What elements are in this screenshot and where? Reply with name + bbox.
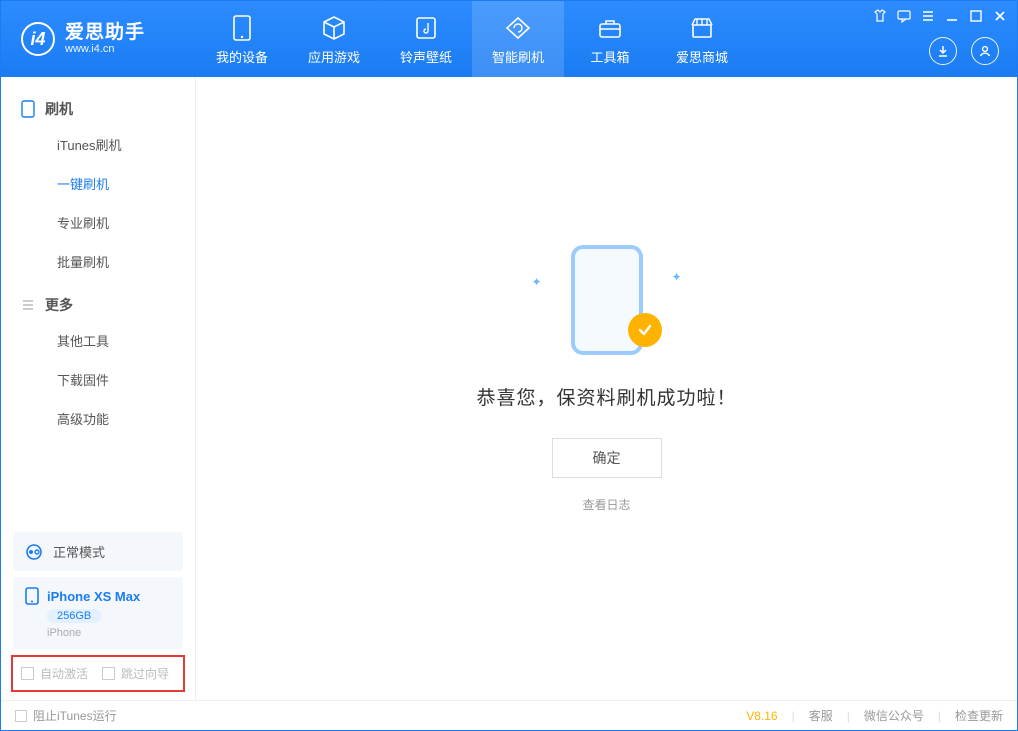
nav-label: 智能刷机 xyxy=(492,47,544,66)
footer-right: V8.16 | 客服 | 微信公众号 | 检查更新 xyxy=(746,707,1003,724)
nav-my-device[interactable]: 我的设备 xyxy=(196,1,288,77)
ok-button[interactable]: 确定 xyxy=(552,438,662,478)
minimize-icon[interactable] xyxy=(945,9,959,23)
feedback-icon[interactable] xyxy=(897,9,911,23)
sidebar-item-other-tools[interactable]: 其他工具 xyxy=(1,321,195,360)
device-block[interactable]: iPhone XS Max 256GB iPhone xyxy=(13,577,183,649)
support-link[interactable]: 客服 xyxy=(809,707,833,724)
sidebar-item-download-firmware[interactable]: 下载固件 xyxy=(1,360,195,399)
download-button[interactable] xyxy=(929,37,957,65)
nav-label: 我的设备 xyxy=(216,47,268,66)
nav-label: 工具箱 xyxy=(590,47,629,66)
section-title: 更多 xyxy=(45,295,73,315)
close-icon[interactable] xyxy=(993,9,1007,23)
phone-icon xyxy=(21,100,35,118)
checkbox-label: 跳过向导 xyxy=(121,665,169,682)
checkbox-box xyxy=(21,667,34,680)
sidebar-section-more: 更多 xyxy=(1,281,195,321)
checkbox-auto-activate[interactable]: 自动激活 xyxy=(21,665,88,682)
sidebar-item-advanced[interactable]: 高级功能 xyxy=(1,399,195,438)
top-nav: 我的设备 应用游戏 铃声壁纸 智能刷机 工具箱 xyxy=(196,1,748,77)
mode-row[interactable]: 正常模式 xyxy=(13,532,183,571)
footer: 阻止iTunes运行 V8.16 | 客服 | 微信公众号 | 检查更新 xyxy=(1,700,1017,730)
nav-label: 铃声壁纸 xyxy=(400,47,452,66)
sidebar-item-pro-flash[interactable]: 专业刷机 xyxy=(1,203,195,242)
header-actions xyxy=(929,37,999,65)
sidebar-item-oneclick-flash[interactable]: 一键刷机 xyxy=(1,164,195,203)
wechat-link[interactable]: 微信公众号 xyxy=(864,707,924,724)
nav-store[interactable]: 爱思商城 xyxy=(656,1,748,77)
tshirt-icon[interactable] xyxy=(873,9,887,23)
section-title: 刷机 xyxy=(45,99,73,119)
checkbox-label: 阻止iTunes运行 xyxy=(33,707,117,724)
account-button[interactable] xyxy=(971,37,999,65)
checkbox-block-itunes[interactable]: 阻止iTunes运行 xyxy=(15,707,117,724)
sidebar-item-batch-flash[interactable]: 批量刷机 xyxy=(1,242,195,281)
sparkle-icon: ✦ xyxy=(671,270,681,284)
checkbox-box xyxy=(102,667,115,680)
window-controls xyxy=(873,9,1007,23)
device-name: iPhone XS Max xyxy=(47,589,140,604)
nav-label: 爱思商城 xyxy=(676,47,728,66)
header: i4 爱思助手 www.i4.cn 我的设备 应用游戏 铃声壁纸 xyxy=(1,1,1017,77)
nav-smart-flash[interactable]: 智能刷机 xyxy=(472,1,564,77)
nav-label: 应用游戏 xyxy=(308,47,360,66)
device-icon xyxy=(231,13,253,43)
success-text: 恭喜您，保资料刷机成功啦！ xyxy=(476,383,736,410)
view-log-link[interactable]: 查看日志 xyxy=(582,496,630,513)
sparkle-icon: ✦ xyxy=(532,275,542,289)
nav-toolbox[interactable]: 工具箱 xyxy=(564,1,656,77)
device-type: iPhone xyxy=(47,627,81,639)
checkbox-row-highlighted: 自动激活 跳过向导 xyxy=(11,655,185,692)
nav-apps-games[interactable]: 应用游戏 xyxy=(288,1,380,77)
success-illustration: ✦ ✦ xyxy=(532,235,682,365)
sidebar-item-itunes-flash[interactable]: iTunes刷机 xyxy=(1,125,195,164)
logo-icon: i4 xyxy=(21,22,55,56)
music-icon xyxy=(414,13,438,43)
main-content: ✦ ✦ 恭喜您，保资料刷机成功啦！ 确定 查看日志 xyxy=(196,77,1017,700)
checkbox-box xyxy=(15,710,27,722)
menu-icon[interactable] xyxy=(921,9,935,23)
body: 刷机 iTunes刷机 一键刷机 专业刷机 批量刷机 更多 其他工具 下载固件 … xyxy=(1,77,1017,700)
cube-icon xyxy=(321,13,347,43)
app-url: www.i4.cn xyxy=(65,43,145,55)
check-badge-icon xyxy=(628,313,662,347)
toolbox-icon xyxy=(597,13,623,43)
sidebar-section-flash: 刷机 xyxy=(1,85,195,125)
app-name: 爱思助手 xyxy=(65,23,145,44)
version-label: V8.16 xyxy=(746,709,777,723)
mode-icon xyxy=(25,543,43,561)
device-capacity: 256GB xyxy=(47,609,101,623)
check-update-link[interactable]: 检查更新 xyxy=(955,707,1003,724)
logo-block: i4 爱思助手 www.i4.cn xyxy=(1,22,196,56)
logo-text: 爱思助手 www.i4.cn xyxy=(65,23,145,56)
refresh-icon xyxy=(505,13,531,43)
checkbox-label: 自动激活 xyxy=(40,665,88,682)
mode-label: 正常模式 xyxy=(53,542,105,561)
device-icon xyxy=(25,587,39,605)
more-icon xyxy=(21,298,35,312)
store-icon xyxy=(689,13,715,43)
maximize-icon[interactable] xyxy=(969,9,983,23)
nav-ringtone-wallpaper[interactable]: 铃声壁纸 xyxy=(380,1,472,77)
checkbox-skip-guide[interactable]: 跳过向导 xyxy=(102,665,169,682)
sidebar-bottom: 正常模式 iPhone XS Max 256GB iPhone 自动激活 跳过向… xyxy=(1,526,195,700)
sidebar: 刷机 iTunes刷机 一键刷机 专业刷机 批量刷机 更多 其他工具 下载固件 … xyxy=(1,77,196,700)
